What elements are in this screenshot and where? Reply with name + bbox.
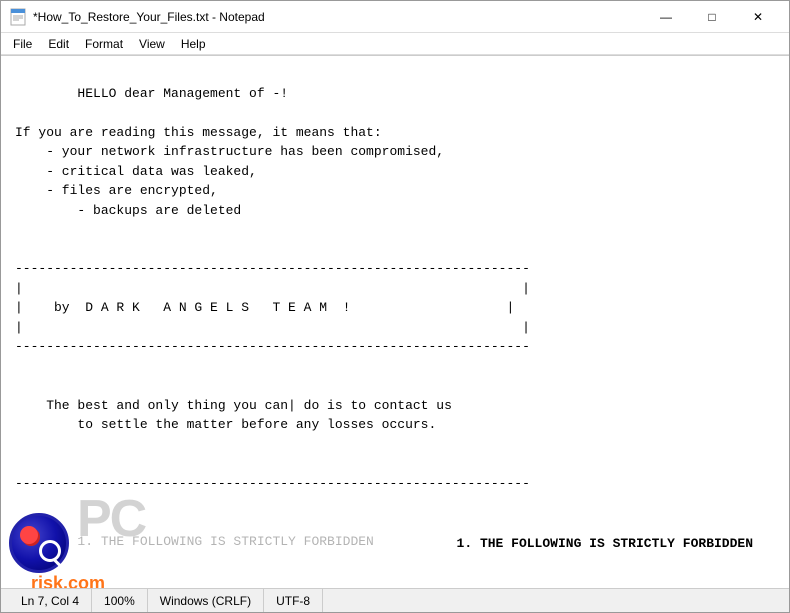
window-title: *How_To_Restore_Your_Files.txt - Notepad	[33, 10, 643, 24]
status-line-ending: Windows (CRLF)	[148, 589, 264, 612]
status-encoding: UTF-8	[264, 589, 323, 612]
menu-edit[interactable]: Edit	[40, 35, 77, 53]
close-button[interactable]: ✕	[735, 1, 781, 33]
app-icon	[9, 8, 27, 26]
window-controls: — □ ✕	[643, 1, 781, 33]
editor-container: HELLO dear Management of -! If you are r…	[1, 56, 789, 588]
notepad-window: *How_To_Restore_Your_Files.txt - Notepad…	[0, 0, 790, 613]
minimize-button[interactable]: —	[643, 1, 689, 33]
menu-help[interactable]: Help	[173, 35, 214, 53]
title-bar: *How_To_Restore_Your_Files.txt - Notepad…	[1, 1, 789, 33]
menu-view[interactable]: View	[131, 35, 173, 53]
status-position: Ln 7, Col 4	[9, 589, 92, 612]
maximize-button[interactable]: □	[689, 1, 735, 33]
menu-format[interactable]: Format	[77, 35, 131, 53]
status-zoom: 100%	[92, 589, 148, 612]
menu-bar: File Edit Format View Help	[1, 33, 789, 55]
text-editor[interactable]: HELLO dear Management of -! If you are r…	[1, 56, 789, 588]
menu-file[interactable]: File	[5, 35, 40, 53]
status-bar: Ln 7, Col 4 100% Windows (CRLF) UTF-8	[1, 588, 789, 612]
